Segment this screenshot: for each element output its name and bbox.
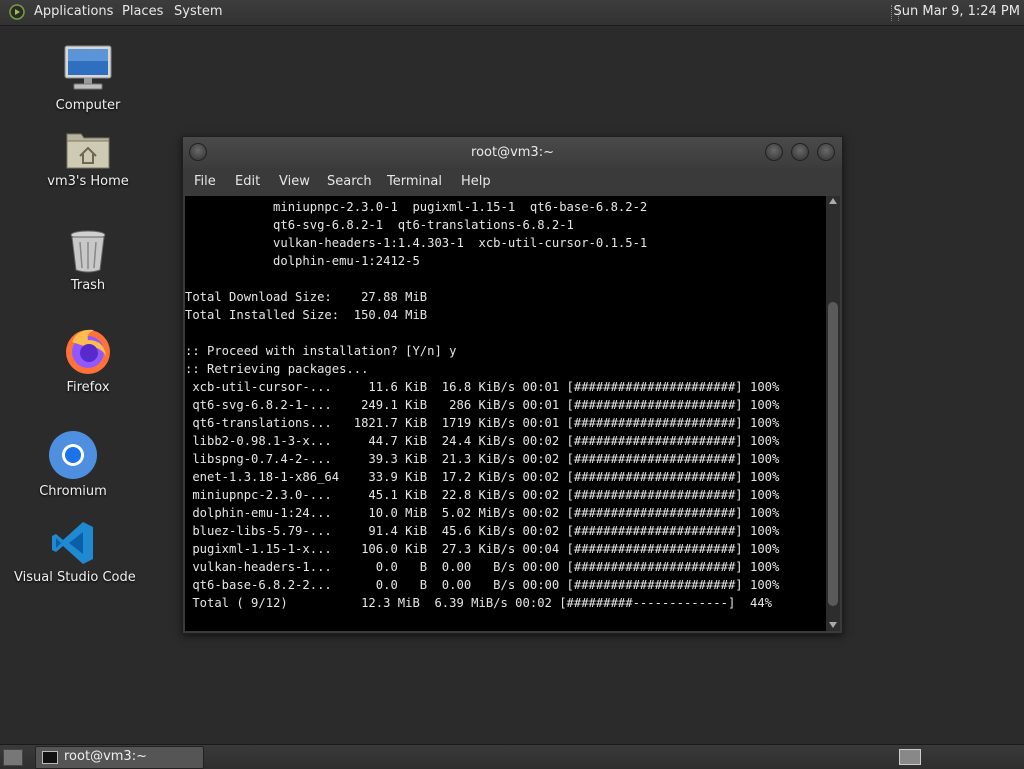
- terminal-line: qt6-svg-6.8.2-1 qt6-translations-6.8.2-1: [185, 218, 574, 232]
- terminal-line: qt6-translations... 1821.7 KiB 1719 KiB/…: [185, 416, 780, 430]
- desktop-icon-label: Firefox: [66, 380, 110, 395]
- scroll-down-icon[interactable]: [829, 622, 837, 628]
- menu-file[interactable]: File: [194, 174, 216, 189]
- top-panel: Applications Places System Sun Mar 9, 1:…: [0, 0, 1024, 26]
- desktop-icon-label: vm3's Home: [47, 174, 129, 189]
- desktop-icon-home[interactable]: vm3's Home: [38, 128, 138, 189]
- menu-bar: File Edit View Search Terminal Help: [183, 168, 842, 196]
- vscode-icon: [52, 522, 93, 564]
- chromium-icon: [49, 431, 97, 479]
- close-button[interactable]: [817, 143, 835, 161]
- taskbar-item-label: root@vm3:~: [64, 749, 147, 764]
- desktop-icon-label: Trash: [70, 278, 106, 293]
- taskbar-item-terminal[interactable]: root@vm3:~: [35, 746, 204, 769]
- terminal-line: dolphin-emu-1:24... 10.0 MiB 5.02 MiB/s …: [185, 506, 780, 520]
- terminal-lines: miniupnpc-2.3.0-1 pugixml-1.15-1 qt6-bas…: [185, 198, 779, 612]
- maximize-button[interactable]: [791, 143, 809, 161]
- system-menu[interactable]: System: [174, 4, 222, 19]
- terminal-line: Total Download Size: 27.88 MiB: [185, 290, 428, 304]
- desktop-icon-vscode[interactable]: Visual Studio Code: [14, 520, 136, 585]
- workspace-switcher[interactable]: [899, 749, 921, 765]
- clock[interactable]: Sun Mar 9, 1:24 PM: [894, 4, 1020, 19]
- desktop-icon-label: Chromium: [39, 484, 107, 499]
- menu-help[interactable]: Help: [461, 174, 491, 189]
- menu-search[interactable]: Search: [327, 174, 372, 189]
- applications-menu[interactable]: Applications: [34, 4, 113, 19]
- terminal-line: miniupnpc-2.3.0-1 pugixml-1.15-1 qt6-bas…: [185, 200, 648, 214]
- desktop-icon-chromium[interactable]: Chromium: [38, 430, 108, 499]
- terminal-line: vulkan-headers-1:1.4.303-1 xcb-util-curs…: [185, 236, 648, 250]
- terminal-line: :: Proceed with installation? [Y/n] y: [185, 344, 457, 358]
- scroll-thumb[interactable]: [828, 302, 838, 606]
- show-desktop-icon[interactable]: [3, 749, 23, 766]
- firefox-icon: [66, 329, 110, 374]
- bottom-panel: root@vm3:~: [0, 744, 1024, 769]
- terminal-line: vulkan-headers-1... 0.0 B 0.00 B/s 00:00…: [185, 560, 780, 574]
- terminal-line: Total ( 9/12) 12.3 MiB 6.39 MiB/s 00:02 …: [185, 596, 772, 610]
- terminal-line: dolphin-emu-1:2412-5: [185, 254, 420, 268]
- menu-edit[interactable]: Edit: [235, 174, 260, 189]
- desktop-icon-computer[interactable]: Computer: [48, 44, 128, 113]
- terminal-line: bluez-libs-5.79-... 91.4 KiB 45.6 KiB/s …: [185, 524, 780, 538]
- computer-icon: [64, 45, 112, 90]
- applications-menu-icon[interactable]: [9, 4, 25, 20]
- terminal-line: enet-1.3.18-1-x86_64 33.9 KiB 17.2 KiB/s…: [185, 470, 780, 484]
- desktop-icon-trash[interactable]: Trash: [58, 228, 118, 293]
- terminal-line: xcb-util-cursor-... 11.6 KiB 16.8 KiB/s …: [185, 380, 780, 394]
- terminal-window[interactable]: root@vm3:~ File Edit View Search Termina…: [182, 136, 843, 634]
- terminal-line: libspng-0.7.4-2-... 39.3 KiB 21.3 KiB/s …: [185, 452, 780, 466]
- home-folder-icon: [66, 133, 110, 169]
- terminal-line: pugixml-1.15-1-x... 106.0 KiB 27.3 KiB/s…: [185, 542, 780, 556]
- terminal-output[interactable]: miniupnpc-2.3.0-1 pugixml-1.15-1 qt6-bas…: [185, 196, 826, 631]
- minimize-button[interactable]: [765, 143, 783, 161]
- window-title: root@vm3:~: [471, 145, 554, 160]
- menu-view[interactable]: View: [279, 174, 310, 189]
- trash-icon: [70, 230, 106, 273]
- vertical-scrollbar[interactable]: [826, 196, 840, 631]
- title-bar[interactable]: root@vm3:~: [183, 137, 842, 168]
- terminal-line: Total Installed Size: 150.04 MiB: [185, 308, 428, 322]
- scroll-up-icon[interactable]: [829, 198, 837, 204]
- terminal-line: miniupnpc-2.3.0-... 45.1 KiB 22.8 KiB/s …: [185, 488, 780, 502]
- terminal-line: qt6-base-6.8.2-2... 0.0 B 0.00 B/s 00:00…: [185, 578, 780, 592]
- terminal-line: qt6-svg-6.8.2-1-... 249.1 KiB 286 KiB/s …: [185, 398, 780, 412]
- desktop-icon-label: Computer: [55, 98, 121, 113]
- desktop-icon-firefox[interactable]: Firefox: [58, 326, 118, 395]
- terminal-icon: [42, 751, 58, 764]
- menu-terminal[interactable]: Terminal: [387, 174, 442, 189]
- terminal-line: :: Retrieving packages...: [185, 362, 369, 376]
- places-menu[interactable]: Places: [122, 4, 163, 19]
- desktop-icon-label: Visual Studio Code: [14, 570, 136, 585]
- terminal-line: libb2-0.98.1-3-x... 44.7 KiB 24.4 KiB/s …: [185, 434, 780, 448]
